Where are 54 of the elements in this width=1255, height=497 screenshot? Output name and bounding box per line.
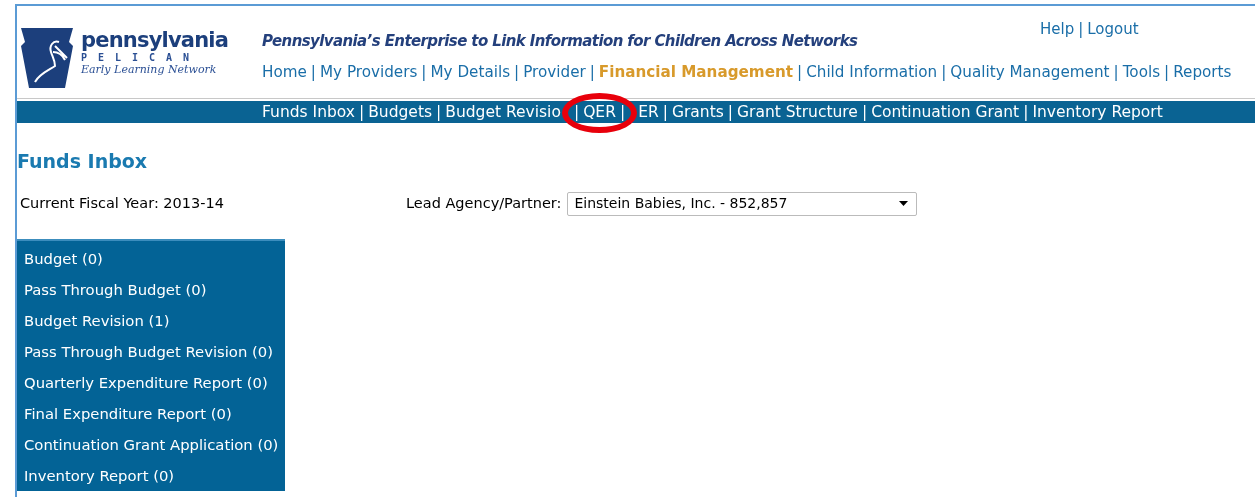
nav-link[interactable]: Provider bbox=[523, 62, 586, 81]
inbox-item-link[interactable]: Final Expenditure Report (0) bbox=[17, 397, 285, 429]
separator: | bbox=[662, 103, 668, 121]
separator: | bbox=[941, 62, 947, 81]
nav-link[interactable]: My Providers bbox=[320, 62, 418, 81]
nav-link[interactable]: Child Information bbox=[806, 62, 938, 81]
inbox-item-link[interactable]: Budget (0) bbox=[17, 242, 285, 274]
separator: | bbox=[421, 62, 427, 81]
dropdown-arrow-icon bbox=[899, 201, 909, 206]
separator: | bbox=[573, 103, 580, 121]
nav-link[interactable]: Tools bbox=[1122, 62, 1161, 81]
inbox-item-link[interactable]: Pass Through Budget (0) bbox=[17, 273, 285, 305]
separator: | bbox=[619, 103, 626, 121]
separator: | bbox=[1164, 62, 1170, 81]
inbox-item-link[interactable]: Continuation Grant Application (0) bbox=[17, 428, 285, 460]
lead-agency-select[interactable]: Einstein Babies, Inc. - 852,857 bbox=[567, 191, 918, 216]
separator: | bbox=[310, 62, 316, 81]
separator: | bbox=[727, 103, 734, 121]
separator: | bbox=[514, 62, 520, 81]
separator: | bbox=[1113, 62, 1119, 81]
sub-nav-link[interactable]: Inventory Report bbox=[1032, 103, 1163, 121]
inbox-item-link[interactable]: Inventory Report (0) bbox=[17, 459, 285, 491]
separator: | bbox=[436, 103, 442, 121]
nav-link[interactable]: Reports bbox=[1173, 62, 1232, 81]
separator: | bbox=[797, 62, 803, 81]
separator: | bbox=[1023, 103, 1029, 121]
lead-agency-label: Lead Agency/Partner: bbox=[406, 193, 562, 213]
inbox-item-link[interactable]: Budget Revision (1) bbox=[17, 304, 285, 336]
site-title: Pennsylvania’s Enterprise to Link Information for Children Across Networks bbox=[262, 30, 858, 53]
sub-nav-link[interactable]: Grant Structure bbox=[737, 103, 858, 121]
separator: | bbox=[861, 103, 868, 121]
sub-nav-link[interactable]: QER bbox=[583, 103, 616, 121]
sub-nav-link[interactable]: Budget Revisio bbox=[445, 103, 561, 121]
sub-nav-link[interactable]: Grants bbox=[671, 103, 724, 121]
sub-nav-link[interactable]: Funds Inbox bbox=[262, 103, 355, 121]
logo-name: pennsylvania bbox=[81, 28, 229, 52]
separator: | bbox=[359, 103, 365, 121]
logo-subtitle: PELICAN bbox=[81, 52, 202, 63]
sub-nav-link[interactable]: ER bbox=[638, 103, 659, 121]
fiscal-year-text: Current Fiscal Year: 2013-14 bbox=[20, 193, 225, 213]
nav-link[interactable]: My Details bbox=[430, 62, 511, 81]
page-title: Funds Inbox bbox=[17, 150, 148, 172]
nav-link[interactable]: Home bbox=[262, 62, 307, 81]
header-link[interactable]: Logout bbox=[1087, 20, 1139, 38]
nav-link[interactable]: Quality Management bbox=[950, 62, 1110, 81]
inbox-item-link[interactable]: Quarterly Expenditure Report (0) bbox=[17, 366, 285, 398]
logo-tagline: Early Learning Network bbox=[81, 63, 218, 76]
sub-nav-link[interactable]: Continuation Grant bbox=[871, 103, 1020, 121]
inbox-item-link[interactable]: Pass Through Budget Revision (0) bbox=[17, 335, 285, 367]
sub-nav-link[interactable]: Budgets bbox=[368, 103, 433, 121]
separator: | bbox=[1078, 20, 1084, 38]
keystone-pelican-logo-icon bbox=[19, 28, 75, 88]
header-link[interactable]: Help bbox=[1040, 20, 1075, 38]
separator: | bbox=[589, 62, 595, 81]
